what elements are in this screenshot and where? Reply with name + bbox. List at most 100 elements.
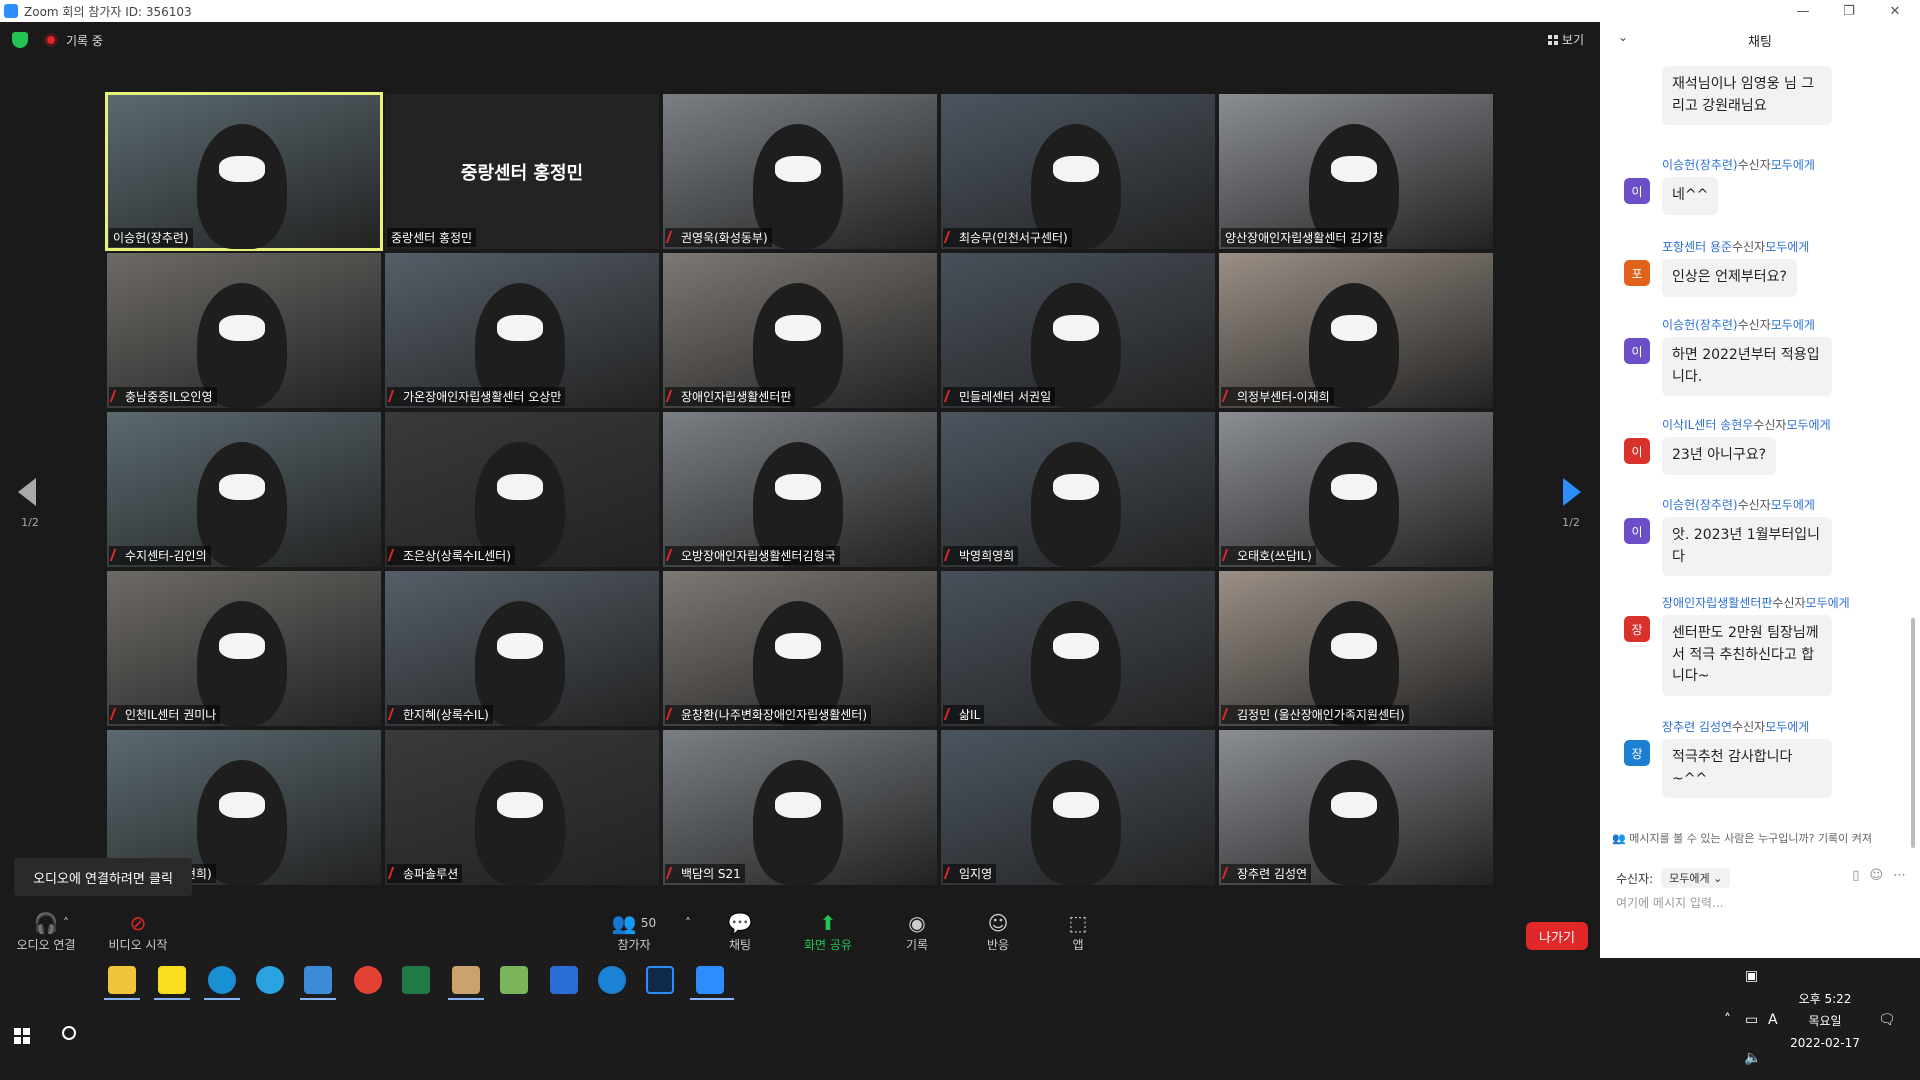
chat-message-header: 포항센터 용준수신자모두에게 [1614,238,1904,255]
more-icon[interactable]: ⋯ [1893,868,1906,883]
chat-sender[interactable]: 포항센터 용준 [1662,240,1732,254]
chat-target[interactable]: 모두에게 [1771,318,1815,332]
chat-sender[interactable]: 이승헌(장추련) [1662,158,1738,172]
participant-tile[interactable]: 한지혜(상록수IL) [385,571,659,726]
photoshop-icon[interactable] [646,966,674,994]
record-button[interactable]: ◉ 기록 [877,910,957,953]
audio-options-caret[interactable]: ˄ [56,916,76,930]
participant-tile[interactable]: 권영욱(화성동부) [663,94,937,249]
chat-sender[interactable]: 이승헌(장추련) [1662,318,1738,332]
participant-name: 의정부센터-이재희 [1221,387,1334,406]
chat-to-label: 수신자 [1772,596,1806,610]
participant-tile[interactable]: 의정부센터-이재희 [1219,253,1493,408]
chat-target[interactable]: 모두에게 [1771,158,1815,172]
leave-button[interactable]: 나가기 [1526,922,1588,950]
chat-privacy-note[interactable]: 👥 메시지를 볼 수 있는 사람은 누구입니까? 기록이 켜져 [1612,830,1912,846]
app-icon[interactable] [304,966,332,994]
start-video-button[interactable]: ⊘ 비디오 시작 [98,910,178,953]
search-icon[interactable] [62,1026,76,1040]
participant-tile[interactable]: 이승헌(장추련) [105,92,383,251]
edge-icon[interactable] [208,966,236,994]
messenger-icon-2[interactable] [500,966,528,994]
participant-name: 중랑센터 홍정민 [387,228,477,247]
muted-mic-icon [665,231,680,243]
participant-tile[interactable]: 오방장애인자립생활센터김형국 [663,412,937,567]
reactions-button[interactable]: ☺ 반응 [958,910,1038,953]
share-screen-button[interactable]: ⬆ 화면 공유 [788,910,868,953]
chat-to-label: 수신자 [1737,498,1771,512]
previous-page-icon[interactable] [18,478,36,506]
volume-icon[interactable]: 🔈 [1744,1050,1761,1066]
participant-tile[interactable]: 박영희영희 [941,412,1215,567]
participant-tile[interactable]: 김정민 (울산장애인가족지원센터) [1219,571,1493,726]
notification-icon[interactable]: 🗨 [1878,1012,1896,1028]
chat-target[interactable]: 모두에게 [1771,498,1815,512]
excel-icon[interactable] [402,966,430,994]
chat-sender[interactable]: 이삭IL센터 송현우 [1662,418,1753,432]
chat-button[interactable]: 💬 채팅 [700,910,780,953]
chat-scrollbar[interactable] [1911,58,1918,848]
chat-sender[interactable]: 장애인자립생활센터판 [1662,596,1772,610]
zoom-icon[interactable] [696,966,724,994]
participant-tile[interactable]: 조은상(상록수IL센터) [385,412,659,567]
participant-tile[interactable]: 중랑센터 홍정민 중랑센터 홍정민 [385,94,659,249]
face-mask [497,474,543,500]
participant-tile[interactable]: 윤창환(나주변화장애인자립생활센터) [663,571,937,726]
participant-tile[interactable]: 장추련 김성연 [1219,730,1493,885]
recording-status[interactable]: 기록 중 [66,32,103,49]
view-button[interactable]: 보기 [1547,31,1584,48]
participant-tile[interactable]: 백담의 S21 [663,730,937,885]
muted-mic-icon [387,390,402,402]
network-app-icon[interactable] [550,966,578,994]
chevron-down-icon[interactable]: ⌄ [1618,30,1628,44]
chat-sender[interactable]: 이승헌(장추련) [1662,498,1738,512]
taskbar-active-indicator [154,998,190,1000]
participant-tile[interactable]: 인천IL센터 권미나 [107,571,381,726]
close-button[interactable]: ✕ [1872,0,1918,22]
chat-input[interactable]: 여기에 메시지 입력... [1616,894,1723,911]
chat-scroll-thumb[interactable] [1911,618,1915,848]
security-shield-icon[interactable] [12,32,28,48]
chevron-up-icon[interactable]: ˄ [1724,1012,1731,1028]
participant-tile[interactable]: 장애인자립생활센터판 [663,253,937,408]
telegram-icon[interactable] [256,966,284,994]
messenger-icon[interactable] [452,966,480,994]
muted-mic-icon [943,867,958,879]
grid-view-icon [1547,34,1558,45]
participant-tile[interactable]: 가온장애인자립생활센터 오상만 [385,253,659,408]
participant-tile[interactable]: 오태호(쓰담IL) [1219,412,1493,567]
kakaotalk-icon[interactable] [158,966,186,994]
participant-tile[interactable]: 충남중증IL오인영 [107,253,381,408]
participant-name-text: 권영욱(화성동부) [681,231,768,245]
participant-tile[interactable]: 수지센터-김인의 [107,412,381,567]
participant-tile[interactable]: 양산장애인자립생활센터 김기창 [1219,94,1493,249]
participant-tile[interactable]: 임지영 [941,730,1215,885]
emoji-icon[interactable]: ☺ [1869,868,1883,883]
chat-target[interactable]: 모두에게 [1786,418,1830,432]
maximize-button[interactable]: ❐ [1826,0,1872,22]
chat-target[interactable]: 모두에게 [1765,720,1809,734]
chrome-icon[interactable] [354,966,382,994]
participants-button[interactable]: 👥 50 참가자 [594,910,674,953]
network-icon[interactable]: ▭ [1745,1012,1758,1028]
tablet-mode-icon[interactable]: ▣ [1745,968,1758,984]
chat-target[interactable]: 모두에게 [1806,596,1850,610]
minimize-button[interactable]: — [1780,0,1826,22]
windows-start-icon[interactable] [14,1028,30,1044]
internet-explorer-icon[interactable] [598,966,626,994]
file-explorer-icon[interactable] [108,966,136,994]
participant-tile[interactable]: 삶IL [941,571,1215,726]
participant-tile[interactable]: 최승무(인천서구센터) [941,94,1215,249]
next-page-icon[interactable] [1563,478,1581,506]
file-icon[interactable]: ▯ [1852,868,1859,883]
apps-button[interactable]: ⬚ 앱 [1038,910,1118,953]
taskbar-clock[interactable]: 오후 5:22 목요일 2022-02-17 [1770,988,1880,1054]
participant-tile[interactable]: 민들레센터 서권일 [941,253,1215,408]
chat-target[interactable]: 모두에게 [1765,240,1809,254]
participants-caret[interactable]: ˄ [678,916,698,930]
participants-label: 참가자 [617,938,651,952]
recipient-select[interactable]: 모두에게 ⌄ [1661,868,1731,888]
chat-to-label: 수신자 [1753,418,1787,432]
participant-tile[interactable]: 송파솔루션 [385,730,659,885]
chat-sender[interactable]: 장추련 김성연 [1662,720,1732,734]
